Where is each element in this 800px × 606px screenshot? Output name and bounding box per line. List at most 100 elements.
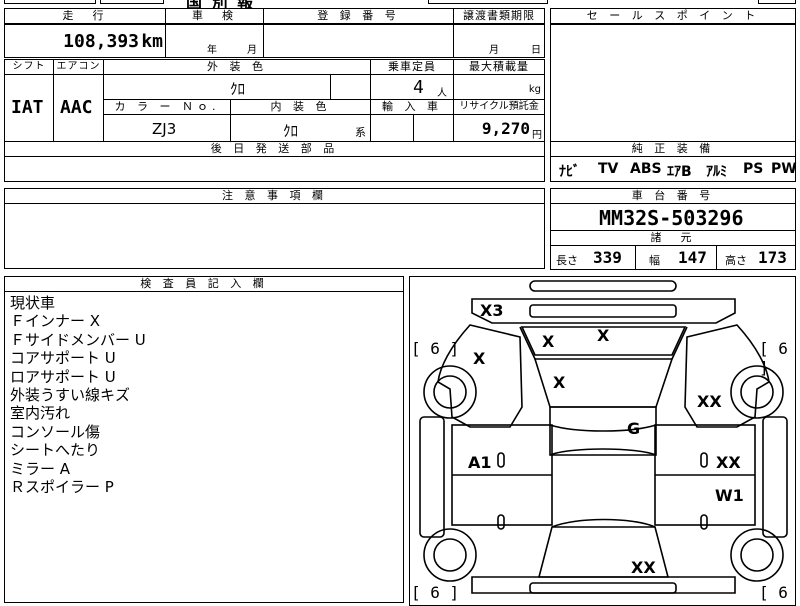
exterior-color-header: 外 装 色	[103, 59, 371, 75]
equipment-item-tv: TV	[598, 161, 619, 177]
chassis-cell: MM32S-503296	[550, 203, 796, 231]
inspector-header: 検 査 員 記 入 欄	[4, 276, 404, 292]
inspection-month-label: 月	[247, 45, 257, 56]
specs-width-value: 147	[678, 248, 707, 267]
aircon-value: AAC	[60, 97, 93, 118]
specs-height-value: 173	[758, 248, 787, 267]
specs-height-cell: 高さ 173	[716, 245, 796, 270]
specs-width-cell: 幅 147	[635, 245, 717, 270]
later-parts-header: 後 日 発 送 部 品	[4, 141, 545, 157]
sales-point-area	[550, 24, 796, 142]
aircon-cell: AAC	[53, 74, 104, 142]
top-cut-cell-2	[100, 0, 164, 4]
specs-header: 諸 元	[550, 230, 796, 246]
damage-mark-rear: XX	[631, 558, 656, 577]
equipment-item-pw: PW	[771, 161, 797, 177]
damage-mark-right-front-door: XX	[716, 453, 741, 472]
import-cell-1	[370, 114, 414, 142]
max-load-header: 最大積載量	[453, 59, 545, 75]
inspector-note: コンソール傷	[10, 422, 101, 441]
later-parts-area	[4, 156, 545, 182]
capacity-value: 4	[413, 77, 424, 98]
inspector-note: Ｆインナー X	[10, 312, 101, 331]
damage-mark-right-fender: XX	[697, 392, 722, 411]
import-header: 輸 入 車	[370, 99, 454, 115]
inspector-note: 室内汚れ	[10, 404, 71, 423]
transfer-day-label: 日	[531, 45, 541, 56]
transfer-month-label: 月	[489, 45, 499, 56]
inspector-note: 外装うすい線キズ	[10, 386, 131, 405]
tire-tread-front-left: [ 6 ]	[411, 339, 460, 358]
inspection-cell: 年 月	[165, 24, 264, 58]
shift-value: IAT	[11, 97, 44, 118]
registration-cell	[263, 24, 454, 58]
interior-color-header: 内 装 色	[230, 99, 371, 115]
shift-cell: IAT	[4, 74, 54, 142]
recycle-header: リサイクル預託金	[453, 99, 545, 115]
exterior-color-cell: ｸﾛ	[103, 74, 331, 100]
specs-height-label: 高さ	[725, 254, 747, 267]
equipment-item-ps: PS	[743, 161, 764, 177]
inspector-notes-area: 現状車 Ｆインナー X Ｆサイドメンバー U コアサポート U ロアサポート U…	[4, 291, 404, 603]
mileage-value: 108,393	[63, 31, 139, 52]
inspection-header: 車 検	[165, 8, 264, 24]
inspector-note: 現状車	[10, 294, 56, 312]
import-cell-2	[413, 114, 454, 142]
equipment-header: 純 正 装 備	[550, 141, 796, 157]
chassis-value: MM32S-503296	[599, 206, 744, 230]
inspector-note: Ｆサイドメンバー U	[10, 330, 146, 349]
damage-mark-left-front-door: A1	[468, 453, 492, 472]
aircon-header: エアコン	[53, 59, 104, 75]
damage-mark-front-bumper: X3	[480, 301, 504, 320]
specs-length-value: 339	[593, 248, 622, 267]
recycle-value: 9,270	[481, 119, 530, 138]
mileage-cell: 108,393 km	[4, 24, 166, 58]
inspection-year-label: 年	[207, 45, 217, 56]
interior-color-cell: ｸﾛ 系	[230, 114, 371, 142]
car-diagram: X3 X X X X XX G A1 XX W1 XX [ 6 ] [ 6 ] …	[409, 276, 796, 606]
capacity-unit: 人	[437, 88, 447, 99]
specs-length-label: 長さ	[556, 254, 578, 267]
recycle-cell: 9,270 円	[453, 114, 545, 142]
capacity-cell: 4 人	[370, 74, 454, 100]
max-load-cell: kg	[453, 74, 545, 100]
color-no-cell: ZJ3	[103, 114, 231, 142]
shift-header: シフト	[4, 59, 54, 75]
damage-mark-roof: G	[627, 419, 641, 438]
caution-header: 注 意 事 項 欄	[4, 188, 545, 204]
damage-mark-windshield-right: X	[597, 326, 610, 345]
inspector-note: ミラー A	[10, 459, 71, 478]
sales-point-header: セ ー ル ス ポ イ ン ト	[550, 8, 796, 24]
damage-mark-right-rear-door: W1	[715, 486, 744, 505]
mileage-header: 走 行	[4, 8, 166, 24]
color-no-value: ZJ3	[152, 120, 177, 138]
equipment-item-abs: ABS	[630, 161, 662, 177]
specs-width-label: 幅	[649, 254, 660, 267]
equipment-item-alumi: ｱﾙﾐ	[706, 164, 727, 180]
exterior-color-value: ｸﾛ	[230, 80, 246, 98]
interior-color-value: ｸﾛ	[283, 122, 299, 140]
transfer-cell: 月 日	[453, 24, 545, 58]
inspector-note: シートへたり	[10, 441, 101, 460]
damage-mark-windshield-left: X	[542, 332, 555, 351]
tire-tread-rear-right: [ 6 ]	[759, 583, 788, 605]
inspector-note: コアサポート U	[10, 349, 116, 368]
damage-mark-hood: X	[553, 373, 566, 392]
tire-tread-front-right: [ 6 ]	[759, 339, 788, 377]
max-load-unit: kg	[528, 84, 541, 95]
recycle-unit: 円	[532, 130, 542, 141]
capacity-header: 乗車定員	[370, 59, 454, 75]
caution-area	[4, 203, 545, 269]
top-cut-cell-1	[4, 0, 96, 4]
tire-tread-rear-left: [ 6 ]	[411, 583, 460, 602]
top-cut-cell-4	[758, 0, 796, 4]
equipment-item-navi: ﾅﾋﾞ	[559, 164, 580, 180]
chassis-header: 車 台 番 号	[550, 188, 796, 204]
inspector-note: ロアサポート U	[10, 367, 116, 386]
registration-header: 登 録 番 号	[263, 8, 454, 24]
interior-color-suffix: 系	[355, 126, 366, 139]
damage-mark-left-fender: X	[473, 349, 486, 368]
inspector-note: Ｒスポイラー P	[10, 478, 114, 497]
equipment-item-airbag: ｴｱB	[667, 164, 692, 180]
exterior-color-extra-cell	[330, 74, 371, 100]
